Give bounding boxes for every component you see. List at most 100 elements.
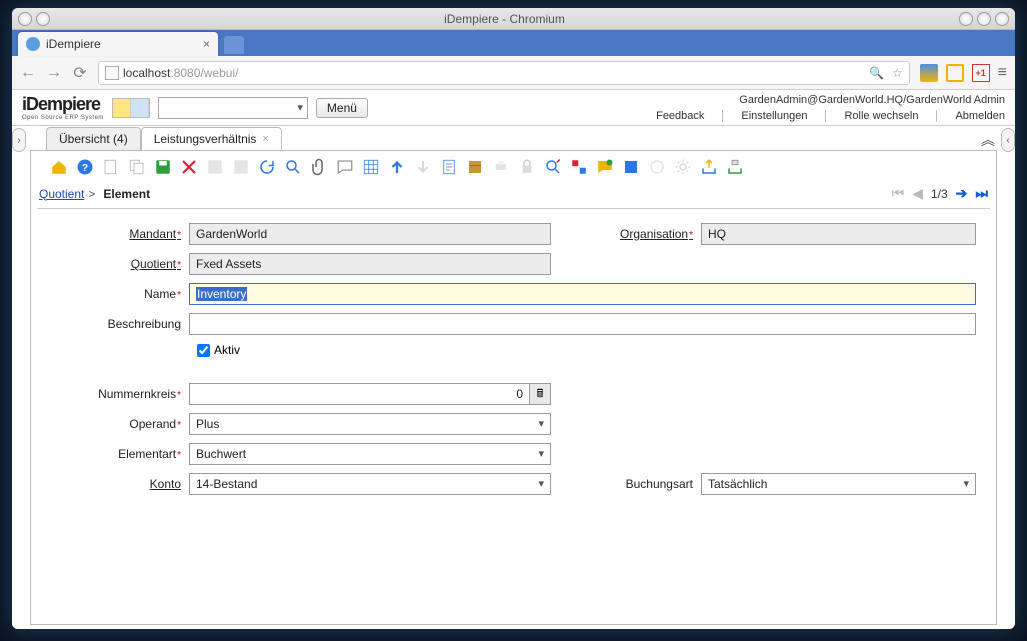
label-operand: Operand [51, 417, 181, 431]
chat-icon[interactable] [335, 157, 355, 177]
grid-toggle-icon[interactable] [361, 157, 381, 177]
collapse-up-icon[interactable]: ︽ [981, 130, 995, 150]
note-icon[interactable] [113, 99, 131, 117]
translate-icon[interactable] [920, 64, 938, 82]
star-icon[interactable]: ☆ [892, 66, 903, 80]
label-beschreibung: Beschreibung [51, 317, 181, 331]
calculator-icon[interactable]: 🖩 [529, 383, 551, 405]
gear-icon[interactable] [673, 157, 693, 177]
home-icon[interactable] [49, 157, 69, 177]
gplus-icon[interactable]: +1 [972, 64, 990, 82]
favicon-icon [26, 37, 40, 51]
quick-search-combo[interactable] [158, 97, 308, 119]
window-pin-icon[interactable] [36, 12, 50, 26]
help-icon[interactable]: ? [75, 157, 95, 177]
lock-icon[interactable] [517, 157, 537, 177]
menu-icon[interactable]: ≡ [998, 64, 1007, 82]
window-close-icon[interactable] [995, 12, 1009, 26]
folder-icon[interactable] [131, 99, 149, 117]
first-record-icon: ⏮ [892, 185, 905, 202]
menu-button[interactable]: Menü [316, 98, 368, 118]
feedback-link[interactable]: Feedback [656, 110, 704, 122]
product-info-icon[interactable] [621, 157, 641, 177]
breadcrumb-root[interactable]: Quotient [39, 187, 84, 201]
zoom-icon[interactable]: 🔍 [869, 66, 884, 80]
save-icon[interactable] [153, 157, 173, 177]
window-titlebar: iDempiere - Chromium [12, 8, 1015, 30]
record-toolbar: ? [31, 151, 996, 183]
process-icon [647, 157, 667, 177]
form: Mandant GardenWorld Organisation HQ Quot… [31, 223, 996, 515]
window-minimize-icon[interactable] [959, 12, 973, 26]
konto-select[interactable]: 14-Bestand [189, 473, 551, 495]
elementart-select[interactable]: Buchwert [189, 443, 551, 465]
buchungsart-select[interactable]: Tatsächlich [701, 473, 976, 495]
page-icon [105, 66, 119, 80]
next-record-icon[interactable]: ➔ [956, 185, 968, 202]
archive-icon[interactable] [465, 157, 485, 177]
pager-text: 1/3 [931, 187, 948, 201]
header-links: Feedback Einstellungen Rolle wechseln Ab… [656, 110, 1005, 122]
tab-label: Übersicht (4) [59, 132, 128, 146]
window-title: iDempiere - Chromium [50, 12, 959, 26]
url-text: localhost:8080/webui/ [123, 66, 238, 80]
new-tab-button[interactable] [224, 36, 244, 54]
refresh-icon[interactable] [257, 157, 277, 177]
app-logo: iDempiere Open Source ERP System [22, 94, 104, 121]
tab-leistungsverhaeltnis[interactable]: Leistungsverhältnis × [141, 127, 282, 150]
browser-tab-title: iDempiere [46, 37, 101, 51]
label-name: Name [51, 287, 181, 301]
browser-address-bar: ← → ⟳ localhost:8080/webui/ 🔍 ☆ +1 ≡ [12, 56, 1015, 90]
settings-link[interactable]: Einstellungen [722, 110, 807, 122]
user-context: GardenAdmin@GardenWorld.HQ/GardenWorld A… [656, 94, 1005, 106]
mobile-icon[interactable] [946, 64, 964, 82]
search-icon[interactable] [283, 157, 303, 177]
aktiv-checkbox[interactable] [197, 344, 210, 357]
window-menu-icon[interactable] [18, 12, 32, 26]
operand-select[interactable]: Plus [189, 413, 551, 435]
header-toolbar [112, 98, 150, 118]
back-button[interactable]: ← [20, 64, 36, 82]
last-record-icon[interactable]: ⏭ [975, 185, 988, 202]
delete-icon[interactable] [179, 157, 199, 177]
print-icon[interactable] [491, 157, 511, 177]
browser-tab-strip: iDempiere × [12, 30, 1015, 56]
close-icon[interactable]: × [203, 37, 210, 51]
mandant-field: GardenWorld [189, 223, 551, 245]
change-role-link[interactable]: Rolle wechseln [825, 110, 918, 122]
attachment-icon[interactable] [309, 157, 329, 177]
beschreibung-input[interactable] [189, 313, 976, 335]
active-workflow-icon[interactable] [569, 157, 589, 177]
import-icon[interactable] [725, 157, 745, 177]
label-elementart: Elementart [51, 447, 181, 461]
label-mandant: Mandant [51, 227, 181, 241]
tab-label: Leistungsverhältnis [154, 132, 257, 146]
export-icon[interactable] [699, 157, 719, 177]
prev-record-icon: ◀ [912, 185, 923, 202]
label-quotient: Quotient [51, 257, 181, 271]
browser-tab[interactable]: iDempiere × [18, 32, 218, 56]
tab-overview[interactable]: Übersicht (4) [46, 127, 141, 150]
new-icon[interactable] [101, 157, 121, 177]
expand-right-panel-button[interactable]: ‹ [1001, 128, 1015, 152]
parent-record-icon[interactable] [387, 157, 407, 177]
zoom-across-icon[interactable] [543, 157, 563, 177]
record-pager: ⏮ ◀ 1/3 ➔ ⏭ [892, 185, 988, 202]
nummernkreis-input[interactable]: 0 [189, 383, 529, 405]
app-header: iDempiere Open Source ERP System Menü Ga… [12, 90, 1015, 126]
report-icon[interactable] [439, 157, 459, 177]
copy-icon[interactable] [127, 157, 147, 177]
reload-button[interactable]: ⟳ [72, 63, 88, 83]
name-input[interactable]: Inventory [189, 283, 976, 305]
logout-link[interactable]: Abmelden [936, 110, 1005, 122]
ignore-icon [231, 157, 251, 177]
svg-text:?: ? [82, 162, 88, 174]
requests-icon[interactable] [595, 157, 615, 177]
breadcrumb-current: Element [103, 187, 150, 201]
close-icon[interactable]: × [262, 133, 268, 145]
expand-left-panel-button[interactable]: › [12, 128, 26, 152]
window-maximize-icon[interactable] [977, 12, 991, 26]
quotient-field: Fxed Assets [189, 253, 551, 275]
undo-icon [205, 157, 225, 177]
url-input[interactable]: localhost:8080/webui/ 🔍 ☆ [98, 61, 910, 85]
